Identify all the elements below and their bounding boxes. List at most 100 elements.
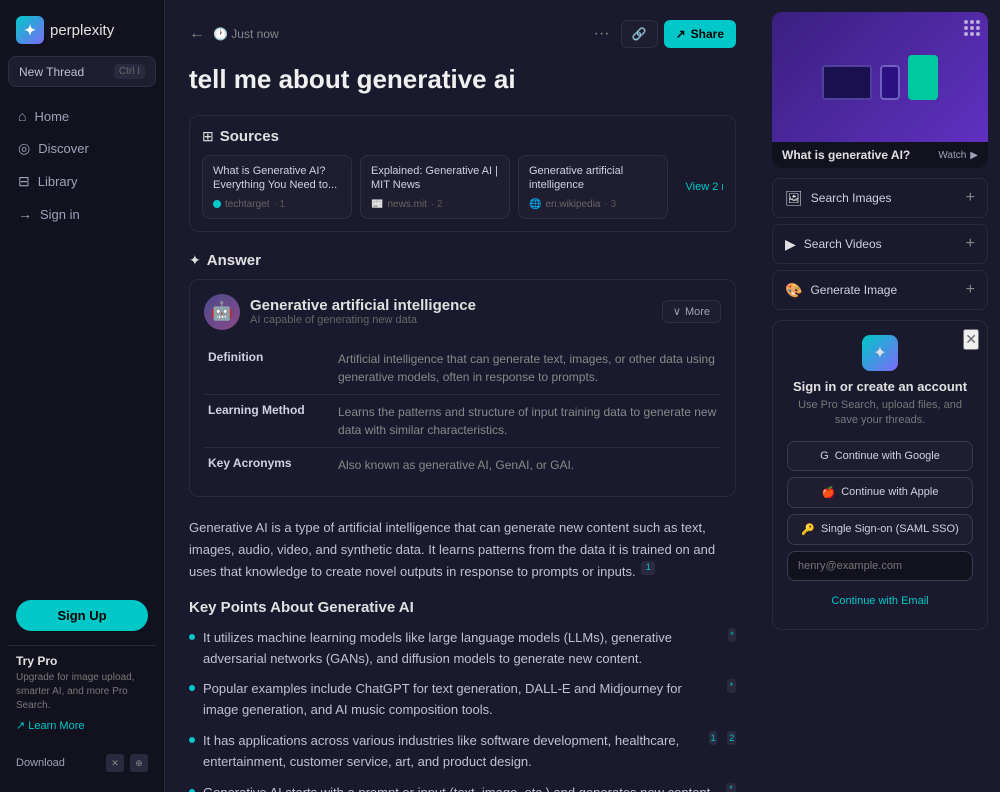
generate-label: Generate Image bbox=[810, 283, 897, 297]
google-auth-button[interactable]: G Continue with Google bbox=[787, 441, 973, 471]
close-button[interactable]: ✕ bbox=[963, 329, 979, 350]
label-definition: Definition bbox=[204, 342, 334, 395]
discover-icon: ◎ bbox=[18, 140, 30, 157]
apple-icon: 🍎 bbox=[822, 486, 836, 499]
phone-icon bbox=[880, 65, 900, 100]
sidebar-item-discover[interactable]: ◎ Discover bbox=[8, 133, 156, 164]
home-icon: ⌂ bbox=[18, 108, 26, 124]
entity-subtitle: AI capable of generating new data bbox=[250, 314, 652, 326]
action-cards: 🖼 Search Images + ▶ Search Videos + 🎨 Ge… bbox=[772, 178, 988, 310]
citation-5: 2 bbox=[727, 731, 736, 745]
video-devices bbox=[822, 55, 938, 100]
answer-icon: ✦ bbox=[189, 252, 201, 269]
sign-up-button[interactable]: Sign Up bbox=[16, 600, 148, 631]
answer-entity-header: 🤖 Generative artificial intelligence AI … bbox=[204, 294, 721, 330]
back-button[interactable]: ← bbox=[189, 25, 205, 43]
source-dot-1 bbox=[213, 200, 221, 208]
source-title-1: What is Generative AI? Everything You Ne… bbox=[213, 164, 341, 193]
library-icon: ⊟ bbox=[18, 173, 30, 190]
video-card[interactable]: What is generative AI? Watch ▶ bbox=[772, 12, 988, 168]
source-meta-1: techtarget · 1 bbox=[213, 199, 341, 210]
citation-6: * bbox=[726, 783, 736, 792]
download-button[interactable]: Download bbox=[16, 757, 65, 769]
sso-auth-button[interactable]: 🔑 Single Sign-on (SAML SSO) bbox=[787, 514, 973, 545]
generate-image-card[interactable]: 🎨 Generate Image + bbox=[772, 270, 988, 310]
sources-section: ⊞ Sources What is Generative AI? Everyth… bbox=[189, 115, 736, 232]
videos-icon: ▶ bbox=[785, 236, 796, 253]
more-button[interactable]: ··· bbox=[589, 20, 615, 48]
timestamp: 🕐 Just now bbox=[213, 27, 279, 41]
link-icon: 🔗 bbox=[632, 27, 647, 41]
key-points-title: Key Points About Generative AI bbox=[189, 599, 736, 616]
discord-icon[interactable]: ⊕ bbox=[130, 754, 148, 772]
list-item: It has applications across various indus… bbox=[189, 731, 736, 773]
bullet-dot bbox=[189, 737, 195, 743]
citation-2: * bbox=[728, 628, 736, 642]
source-card-3[interactable]: Generative artificial intelligence 🌐 en.… bbox=[518, 155, 668, 219]
continue-email-button[interactable]: Continue with Email bbox=[787, 587, 973, 615]
signin-icon: → bbox=[18, 206, 32, 222]
watch-button[interactable]: Watch ▶ bbox=[938, 150, 978, 161]
sidebar: ✦ perplexity New Thread Ctrl I ⌂ Home ◎ … bbox=[0, 0, 165, 792]
video-title-bar: What is generative AI? Watch ▶ bbox=[772, 142, 988, 168]
google-icon: G bbox=[820, 450, 829, 462]
value-definition: Artificial intelligence that can generat… bbox=[334, 342, 721, 395]
list-item: It utilizes machine learning models like… bbox=[189, 628, 736, 670]
email-input[interactable] bbox=[787, 551, 973, 581]
sign-in-title: Sign in or create an account bbox=[787, 379, 973, 394]
value-acronyms: Also known as generative AI, GenAI, or G… bbox=[334, 447, 721, 482]
entity-title: Generative artificial intelligence bbox=[250, 297, 652, 314]
chevron-down-icon: ∨ bbox=[673, 305, 681, 318]
list-item: Popular examples include ChatGPT for tex… bbox=[189, 679, 736, 721]
source-card-2[interactable]: Explained: Generative AI | MIT News 📰 ne… bbox=[360, 155, 510, 219]
table-row-definition: Definition Artificial intelligence that … bbox=[204, 342, 721, 395]
sign-in-description: Use Pro Search, upload files, and save y… bbox=[787, 398, 973, 429]
video-thumbnail bbox=[772, 12, 988, 142]
list-item: Generative AI starts with a prompt or in… bbox=[189, 783, 736, 792]
query-title: tell me about generative ai bbox=[189, 64, 736, 95]
twitter-icon[interactable]: ✕ bbox=[106, 754, 124, 772]
top-bar: ← 🕐 Just now ··· 🔗 ↗ Share bbox=[189, 20, 736, 48]
laptop-icon bbox=[822, 65, 872, 100]
nav-label-discover: Discover bbox=[38, 141, 89, 156]
view-more-button[interactable]: View 2 more bbox=[676, 155, 723, 219]
apple-auth-button[interactable]: 🍎 Continue with Apple bbox=[787, 477, 973, 508]
sidebar-item-signin[interactable]: → Sign in bbox=[8, 199, 156, 229]
share-icon: ↗ bbox=[676, 27, 686, 41]
sidebar-item-library[interactable]: ⊟ Library bbox=[8, 166, 156, 197]
search-videos-card[interactable]: ▶ Search Videos + bbox=[772, 224, 988, 264]
key-icon: 🔑 bbox=[801, 523, 815, 536]
more-inline-button[interactable]: ∨ More bbox=[662, 300, 721, 323]
label-acronyms: Key Acronyms bbox=[204, 447, 334, 482]
answer-header: ✦ Answer bbox=[189, 252, 736, 269]
top-actions: ··· 🔗 ↗ Share bbox=[589, 20, 736, 48]
videos-label: Search Videos bbox=[804, 237, 882, 251]
nav-label-library: Library bbox=[38, 174, 78, 189]
share-button[interactable]: ↗ Share bbox=[664, 20, 736, 48]
logo-text: perplexity bbox=[50, 22, 114, 39]
plus-icon: + bbox=[966, 189, 975, 207]
link-button[interactable]: 🔗 bbox=[621, 20, 658, 48]
person-icon bbox=[908, 55, 938, 100]
search-images-card[interactable]: 🖼 Search Images + bbox=[772, 178, 988, 218]
sources-grid: What is Generative AI? Everything You Ne… bbox=[202, 155, 723, 219]
key-points-list: It utilizes machine learning models like… bbox=[189, 628, 736, 792]
plus-icon: + bbox=[966, 281, 975, 299]
citation-3: * bbox=[727, 679, 736, 693]
label-learning: Learning Method bbox=[204, 394, 334, 447]
sidebar-item-home[interactable]: ⌂ Home bbox=[8, 101, 156, 131]
info-table: Definition Artificial intelligence that … bbox=[204, 342, 721, 482]
generate-icon: 🎨 bbox=[785, 282, 802, 299]
main-content: ← 🕐 Just now ··· 🔗 ↗ Share tell me about… bbox=[165, 0, 760, 792]
learn-more-link[interactable]: ↗ Learn More bbox=[16, 719, 148, 732]
new-thread-button[interactable]: New Thread Ctrl I bbox=[8, 56, 156, 87]
source-title-2: Explained: Generative AI | MIT News bbox=[371, 164, 499, 193]
video-dots bbox=[964, 20, 980, 36]
sources-title: Sources bbox=[220, 128, 279, 145]
sidebar-bottom: Download ✕ ⊕ bbox=[8, 746, 156, 780]
right-sidebar: What is generative AI? Watch ▶ 🖼 Search … bbox=[760, 0, 1000, 792]
body-paragraph: Generative AI is a type of artificial in… bbox=[189, 517, 736, 583]
app-logo: ✦ perplexity bbox=[8, 12, 156, 56]
citation-4: 1 bbox=[709, 731, 718, 745]
source-card-1[interactable]: What is Generative AI? Everything You Ne… bbox=[202, 155, 352, 219]
